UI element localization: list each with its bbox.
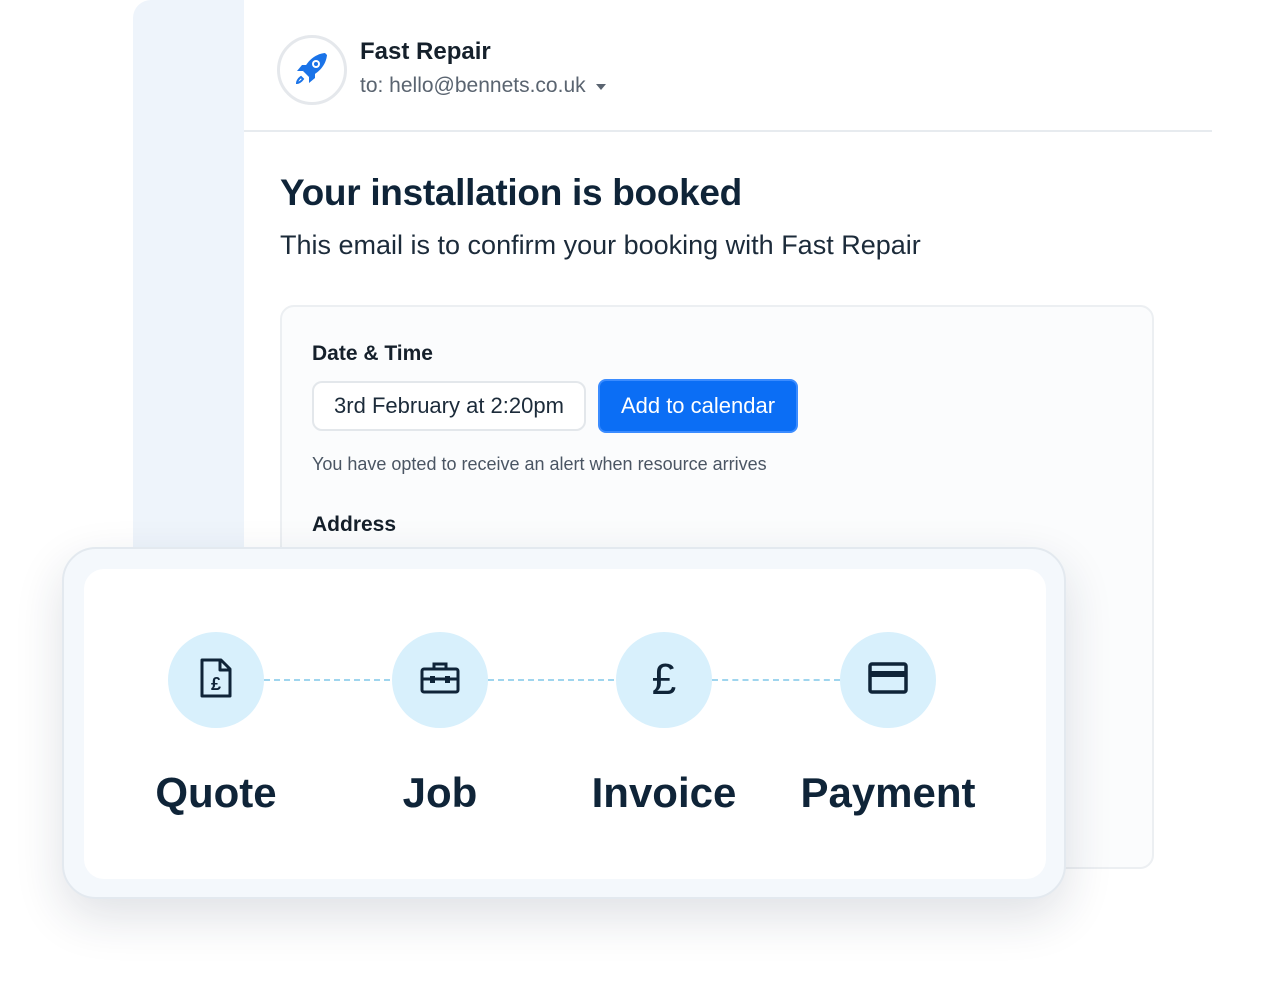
workflow-steps: £ £ Quote Job Invoice Payment: [84, 569, 1046, 879]
workflow-card: £ £ Quote Job Invoice Payment: [62, 547, 1066, 899]
step-connector: [488, 679, 614, 681]
step-label-payment: Payment: [800, 769, 976, 816]
email-header: Fast Repair to: hello@bennets.co.uk: [244, 0, 1212, 132]
recipient-address: to: hello@bennets.co.uk: [360, 74, 586, 97]
step-connector: [264, 679, 390, 681]
step-connector: [712, 679, 840, 681]
pound-icon: £: [646, 655, 682, 705]
svg-text:£: £: [211, 674, 221, 694]
svg-text:£: £: [652, 656, 676, 700]
rocket-icon: [291, 47, 333, 94]
step-invoice: £: [616, 632, 712, 728]
sender-avatar: [277, 35, 347, 105]
address-label: Address: [312, 513, 397, 536]
step-label-invoice: Invoice: [591, 769, 737, 816]
email-sidebar: [133, 0, 244, 568]
add-to-calendar-button[interactable]: Add to calendar: [598, 379, 798, 433]
step-payment: [840, 632, 936, 728]
alert-note: You have opted to receive an alert when …: [312, 454, 767, 474]
date-time-label: Date & Time: [312, 342, 433, 365]
card-icon: [867, 661, 909, 700]
quote-document-icon: £: [198, 657, 234, 704]
step-quote: £: [168, 632, 264, 728]
date-time-value: 3rd February at 2:20pm: [312, 381, 586, 431]
email-subtitle: This email is to confirm your booking wi…: [280, 230, 921, 260]
step-job: [392, 632, 488, 728]
email-title: Your installation is booked: [280, 172, 742, 213]
step-label-quote: Quote: [155, 769, 277, 816]
sender-name: Fast Repair: [360, 38, 491, 65]
toolbox-icon: [419, 660, 461, 701]
chevron-down-icon: [595, 84, 606, 90]
step-label-job: Job: [402, 769, 478, 816]
recipient-dropdown[interactable]: to: hello@bennets.co.uk: [360, 74, 606, 98]
